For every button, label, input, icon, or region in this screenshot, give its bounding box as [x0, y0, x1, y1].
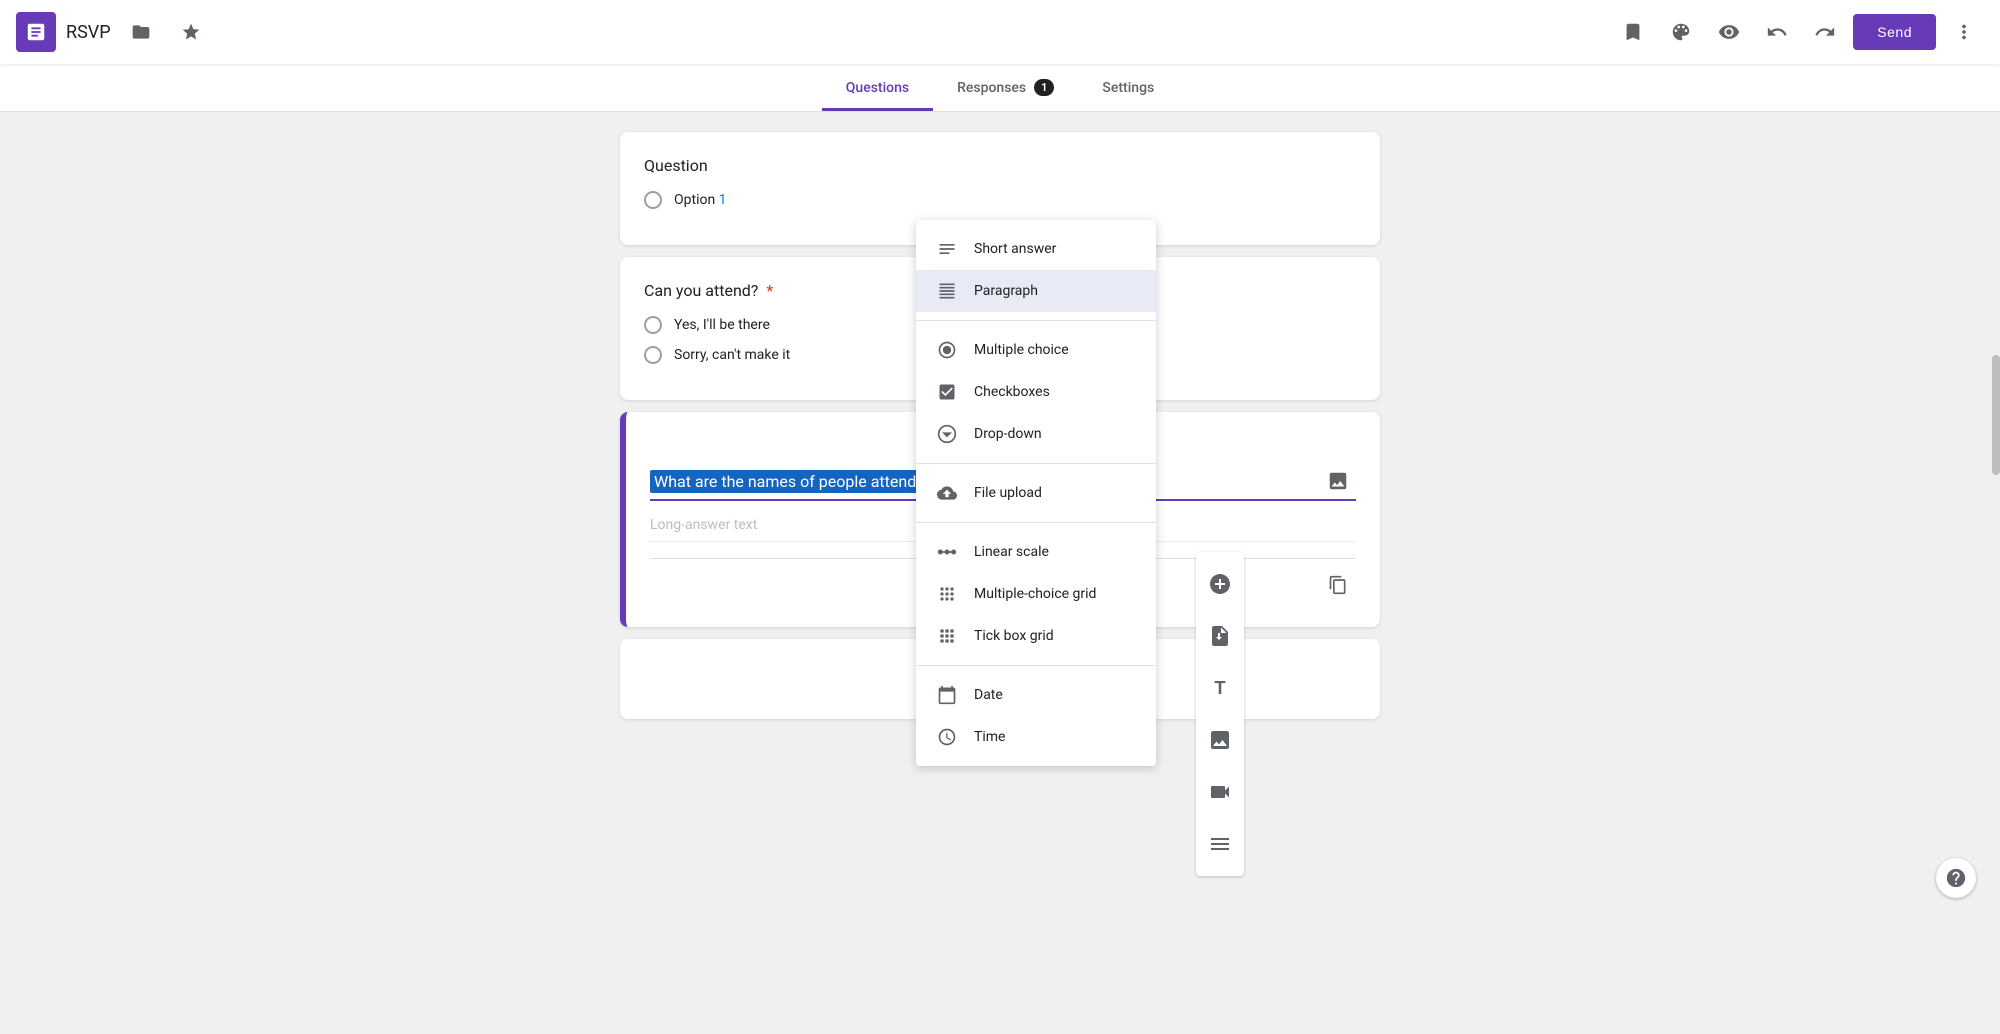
option-sorry-text: Sorry, can't make it	[674, 347, 790, 363]
main-content: Question Option 1 Can you attend? * Yes,…	[0, 112, 2000, 759]
date-icon	[936, 684, 958, 706]
option-number: 1	[719, 192, 727, 208]
preview-icon[interactable]	[1709, 12, 1749, 52]
tab-settings[interactable]: Settings	[1078, 68, 1178, 111]
paragraph-label: Paragraph	[974, 283, 1038, 299]
send-button[interactable]: Send	[1853, 14, 1936, 50]
image-button[interactable]	[1320, 463, 1356, 499]
short-answer-label: Short answer	[974, 241, 1056, 257]
radio-circle-sorry	[644, 346, 662, 364]
fab-add-image[interactable]	[1196, 716, 1244, 764]
dropdown-tick-box-grid[interactable]: Tick box grid	[916, 615, 1156, 657]
tabs-bar: Questions Responses 1 Settings	[0, 64, 2000, 112]
time-icon	[936, 726, 958, 748]
app-icon	[16, 12, 56, 52]
fab-add-video[interactable]	[1196, 768, 1244, 816]
dropdown-mc-grid[interactable]: Multiple-choice grid	[916, 573, 1156, 615]
divider-3	[916, 522, 1156, 523]
redo-icon[interactable]	[1805, 12, 1845, 52]
short-answer-icon	[936, 238, 958, 260]
dropdown-file-upload[interactable]: File upload	[916, 472, 1156, 514]
dropdown-label: Drop-down	[974, 426, 1042, 442]
dropdown-short-answer[interactable]: Short answer	[916, 228, 1156, 270]
fab-add-title[interactable]: T	[1196, 664, 1244, 712]
topbar: RSVP Send	[0, 0, 2000, 64]
help-button[interactable]	[1936, 858, 1976, 898]
required-star: *	[762, 281, 773, 300]
multiple-choice-label: Multiple choice	[974, 342, 1069, 358]
scrollbar-track	[1992, 112, 2000, 922]
app-logo: RSVP	[16, 12, 211, 52]
dropdown-paragraph[interactable]: Paragraph	[916, 270, 1156, 312]
mc-grid-label: Multiple-choice grid	[974, 586, 1096, 602]
mc-grid-icon	[936, 583, 958, 605]
option-yes-text: Yes, I'll be there	[674, 317, 770, 333]
linear-scale-icon	[936, 541, 958, 563]
copy-icon-button[interactable]	[1320, 567, 1356, 603]
active-question-input[interactable]: What are the names of people attending?	[650, 470, 950, 493]
folder-icon[interactable]	[121, 12, 161, 52]
fab-add-question[interactable]	[1196, 560, 1244, 608]
topbar-right: Send	[1613, 12, 1984, 52]
app-title: RSVP	[66, 22, 111, 43]
star-icon[interactable]	[171, 12, 211, 52]
radio-circle	[644, 191, 662, 209]
file-upload-icon	[936, 482, 958, 504]
fab-import-question[interactable]	[1196, 612, 1244, 660]
dropdown-dropdown[interactable]: Drop-down	[916, 413, 1156, 455]
tab-responses[interactable]: Responses 1	[933, 67, 1078, 111]
dropdown-time[interactable]: Time	[916, 716, 1156, 758]
fab-panel: T	[1196, 552, 1244, 876]
dropdown-multiple-choice[interactable]: Multiple choice	[916, 329, 1156, 371]
question-label-1: Question	[644, 156, 1356, 175]
date-label: Date	[974, 687, 1003, 703]
question-type-dropdown: Short answer Paragraph Multiple choice C…	[916, 220, 1156, 766]
tab-questions[interactable]: Questions	[822, 68, 933, 111]
paragraph-icon	[936, 280, 958, 302]
dropdown-checkboxes[interactable]: Checkboxes	[916, 371, 1156, 413]
checkboxes-icon	[936, 381, 958, 403]
divider-2	[916, 463, 1156, 464]
checkboxes-label: Checkboxes	[974, 384, 1050, 400]
palette-icon[interactable]	[1661, 12, 1701, 52]
file-upload-label: File upload	[974, 485, 1042, 501]
time-label: Time	[974, 729, 1005, 745]
fab-add-section[interactable]	[1196, 820, 1244, 868]
option-text-1: Option 1	[674, 192, 727, 208]
more-options-icon[interactable]	[1944, 12, 1984, 52]
linear-scale-label: Linear scale	[974, 544, 1049, 560]
radio-circle-yes	[644, 316, 662, 334]
divider-4	[916, 665, 1156, 666]
option-row-1: Option 1	[644, 191, 1356, 209]
dropdown-icon	[936, 423, 958, 445]
scrollbar-thumb[interactable]	[1992, 355, 2000, 475]
dropdown-linear-scale[interactable]: Linear scale	[916, 531, 1156, 573]
responses-badge: 1	[1034, 79, 1054, 96]
dropdown-date[interactable]: Date	[916, 674, 1156, 716]
multiple-choice-icon	[936, 339, 958, 361]
divider-1	[916, 320, 1156, 321]
undo-icon[interactable]	[1757, 12, 1797, 52]
tick-box-grid-label: Tick box grid	[974, 628, 1054, 644]
tick-box-grid-icon	[936, 625, 958, 647]
bookmark-icon[interactable]	[1613, 12, 1653, 52]
